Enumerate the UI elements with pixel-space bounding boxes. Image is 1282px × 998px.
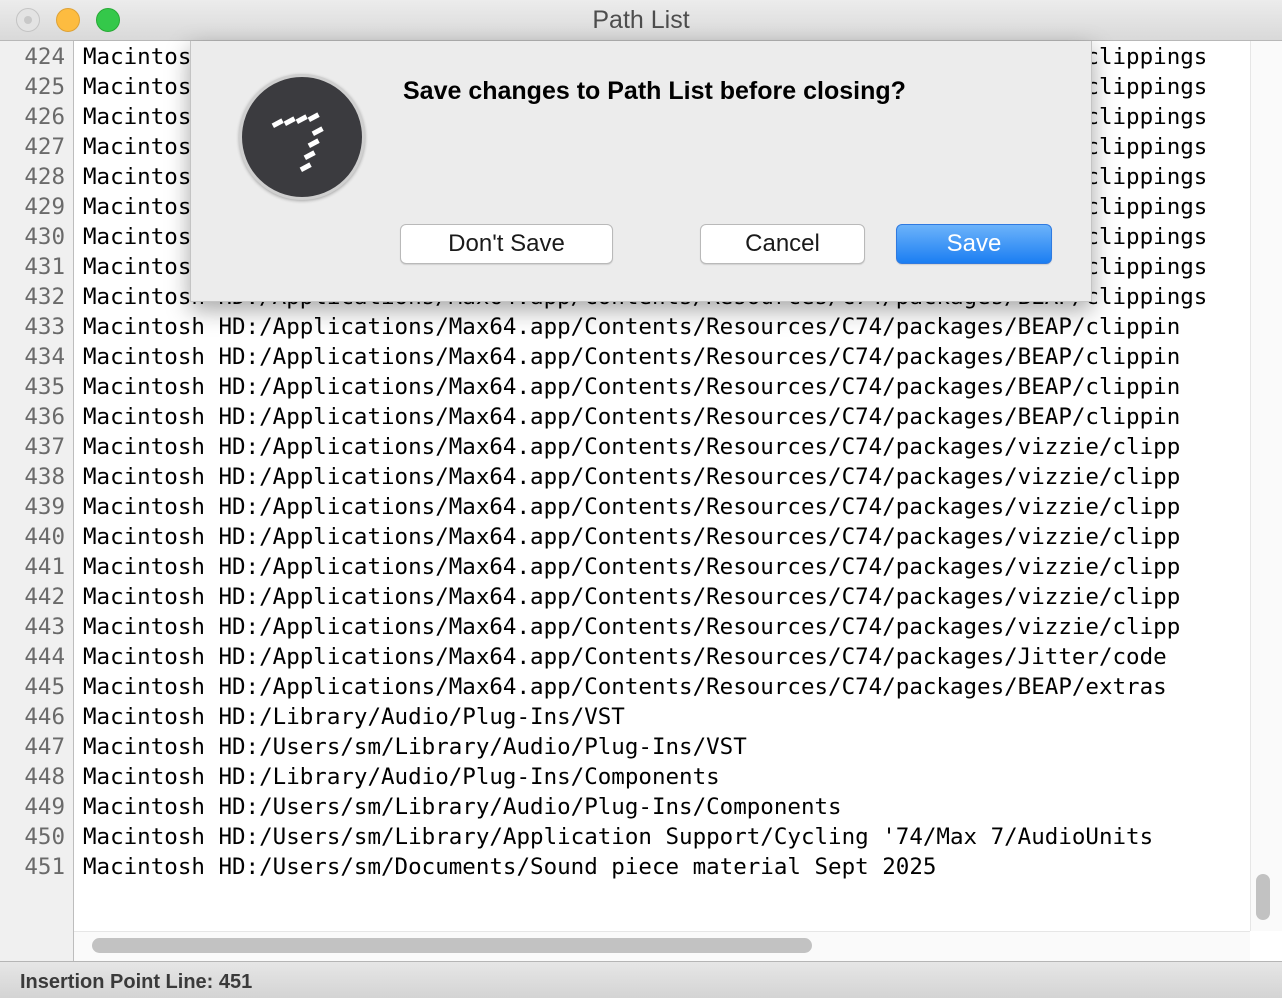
status-bar: Insertion Point Line: 451: [0, 961, 1282, 998]
path-line[interactable]: Macintosh HD:/Applications/Max64.app/Con…: [83, 612, 1180, 642]
line-number: 428: [24, 164, 65, 190]
line-number-gutter: 424 425 426 427 428 429 430 431 432 433 434 435 436 4…: [0, 41, 74, 961]
dont-save-button[interactable]: Don't Save: [400, 224, 613, 264]
path-line[interactable]: Macintosh HD:/Applications/Max64.app/Con…: [83, 372, 1180, 402]
line-number: 438: [24, 464, 65, 490]
line-number: 445: [24, 674, 65, 700]
vertical-scroll-thumb[interactable]: [1256, 874, 1270, 920]
path-line[interactable]: Macintosh HD:/Users/sm/Library/Audio/Plu…: [83, 732, 747, 762]
line-number: 447: [24, 734, 65, 760]
horizontal-scroll-thumb[interactable]: [92, 938, 812, 953]
path-line[interactable]: Macintosh HD:/Applications/Max64.app/Con…: [83, 552, 1180, 582]
save-changes-dialog: Save changes to Path List before closing…: [190, 41, 1092, 302]
line-number: 442: [24, 584, 65, 610]
line-number: 448: [24, 764, 65, 790]
line-number: 444: [24, 644, 65, 670]
cancel-button[interactable]: Cancel: [700, 224, 865, 264]
line-number: 432: [24, 284, 65, 310]
path-line[interactable]: Macintosh HD:/Users/sm/Documents/Sound p…: [83, 852, 936, 882]
title-bar[interactable]: Path List: [0, 0, 1282, 41]
line-number: 425: [24, 74, 65, 100]
line-number: 430: [24, 224, 65, 250]
line-number: 441: [24, 554, 65, 580]
path-line[interactable]: Macintosh HD:/Applications/Max64.app/Con…: [83, 342, 1180, 372]
line-number: 433: [24, 314, 65, 340]
path-line[interactable]: Macintosh HD:/Applications/Max64.app/Con…: [83, 522, 1180, 552]
vertical-scrollbar[interactable]: [1250, 41, 1282, 931]
line-number: 427: [24, 134, 65, 160]
line-number: 434: [24, 344, 65, 370]
path-list-window: Path List 424 425 426 427 428 429 430 431 432 433…: [0, 0, 1282, 998]
line-number: 449: [24, 794, 65, 820]
line-number: 443: [24, 614, 65, 640]
line-number: 424: [24, 44, 65, 70]
window-title: Path List: [592, 6, 690, 34]
save-button[interactable]: Save: [896, 224, 1052, 264]
path-line[interactable]: Macintosh HD:/Applications/Max64.app/Con…: [83, 492, 1180, 522]
path-line[interactable]: Macintosh HD:/Applications/Max64.app/Con…: [83, 582, 1180, 612]
line-number: 429: [24, 194, 65, 220]
line-number: 431: [24, 254, 65, 280]
line-number: 426: [24, 104, 65, 130]
path-line[interactable]: Macintosh HD:/Applications/Max64.app/Con…: [83, 312, 1180, 342]
line-number: 440: [24, 524, 65, 550]
path-line[interactable]: Macintosh HD:/Users/sm/Library/Applicati…: [83, 822, 1153, 852]
line-number: 435: [24, 374, 65, 400]
path-line[interactable]: Macintosh HD:/Applications/Max64.app/Con…: [83, 432, 1180, 462]
path-line[interactable]: Macintosh HD:/Library/Audio/Plug-Ins/VST: [83, 702, 625, 732]
line-number: 439: [24, 494, 65, 520]
line-number: 436: [24, 404, 65, 430]
path-line[interactable]: Macintosh HD:/Library/Audio/Plug-Ins/Com…: [83, 762, 720, 792]
dialog-message: Save changes to Path List before closing…: [403, 77, 906, 105]
path-line[interactable]: Macintosh HD:/Applications/Max64.app/Con…: [83, 642, 1167, 672]
line-number: 437: [24, 434, 65, 460]
line-number: 451: [24, 854, 65, 880]
path-line[interactable]: Macintosh HD:/Applications/Max64.app/Con…: [83, 402, 1180, 432]
insertion-point-status: Insertion Point Line: 451: [20, 971, 253, 993]
path-line[interactable]: Macintosh HD:/Applications/Max64.app/Con…: [83, 672, 1167, 702]
max-app-icon: [239, 74, 365, 200]
line-number: 446: [24, 704, 65, 730]
path-line[interactable]: Macintosh HD:/Applications/Max64.app/Con…: [83, 462, 1180, 492]
path-line[interactable]: Macintosh HD:/Users/sm/Library/Audio/Plu…: [83, 792, 842, 822]
line-number: 450: [24, 824, 65, 850]
